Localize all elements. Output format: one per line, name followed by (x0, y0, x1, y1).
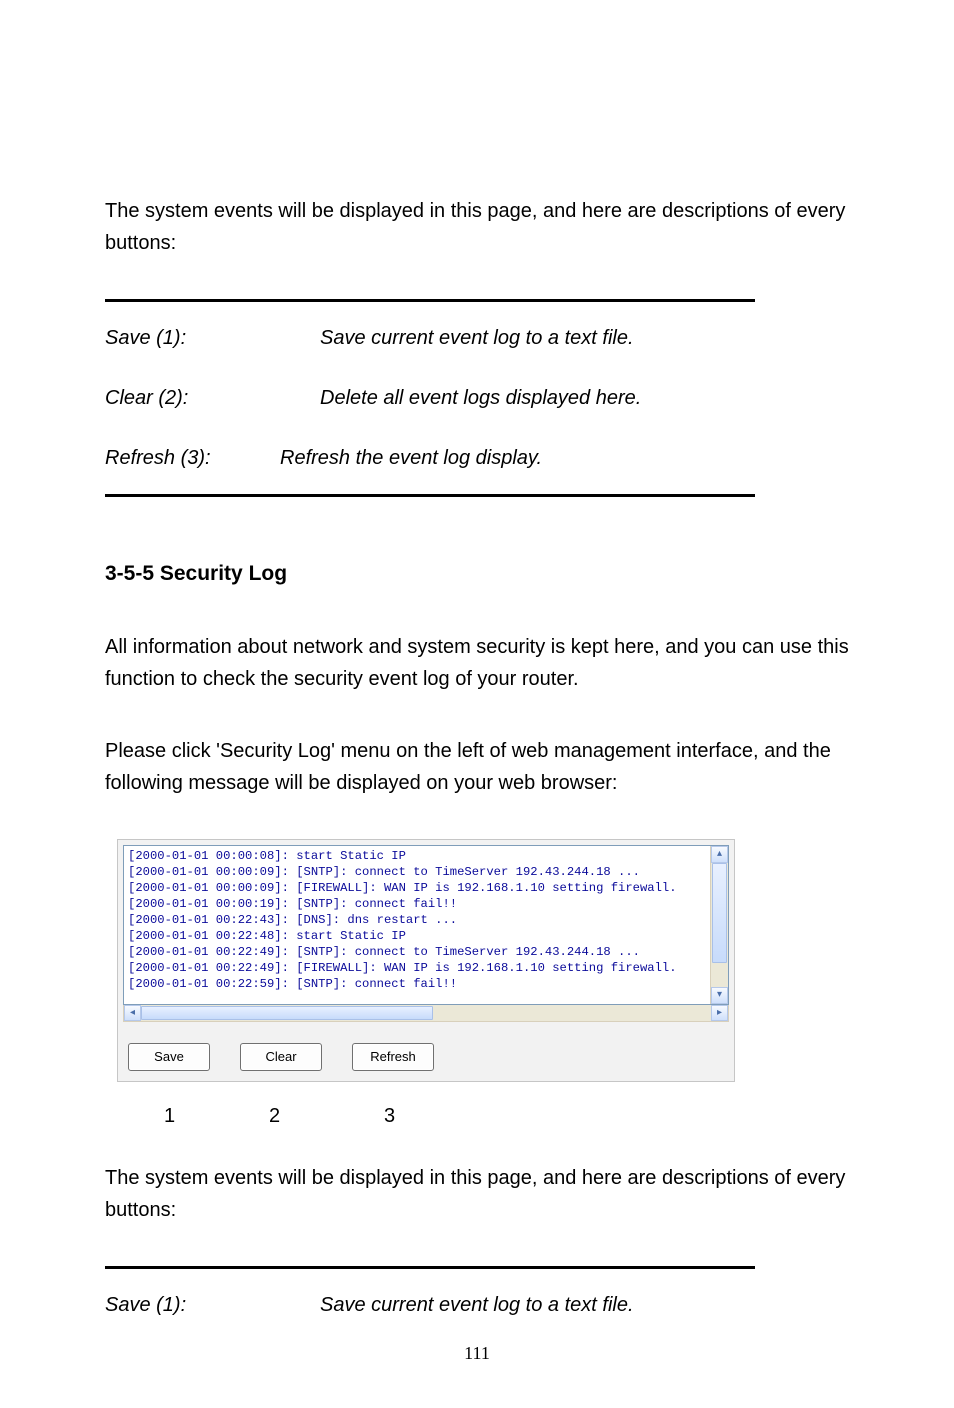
scroll-up-icon[interactable]: ▴ (711, 846, 728, 863)
table-row: Save (1): Save current event log to a te… (105, 308, 755, 368)
button-definitions-table-1: Save (1): Save current event log to a te… (105, 299, 755, 497)
def-label: Save (1): (105, 322, 280, 354)
scroll-track[interactable] (711, 863, 728, 987)
page-number: 111 (105, 1339, 849, 1368)
save-button[interactable]: Save (128, 1043, 210, 1072)
def-label: Save (1): (105, 1289, 280, 1321)
scroll-right-icon[interactable]: ▸ (711, 1005, 728, 1021)
paragraph-b: Please click 'Security Log' menu on the … (105, 735, 849, 799)
def-desc: Delete all event logs displayed here. (280, 382, 755, 414)
def-desc: Save current event log to a text file. (280, 1289, 755, 1321)
button-number-labels: 1 2 3 (117, 1100, 849, 1132)
log-textarea[interactable]: [2000-01-01 00:00:08]: start Static IP [… (123, 845, 729, 1005)
number-label-2: 2 (217, 1100, 332, 1132)
table-row: Refresh (3): Refresh the event log displ… (105, 428, 755, 488)
def-desc: Save current event log to a text file. (280, 322, 755, 354)
scroll-down-icon[interactable]: ▾ (711, 987, 728, 1004)
table-row: Save (1): Save current event log to a te… (105, 1275, 755, 1321)
intro-paragraph-2: The system events will be displayed in t… (105, 1162, 849, 1226)
security-log-screenshot: [2000-01-01 00:00:08]: start Static IP [… (117, 839, 735, 1083)
button-row: Save Clear Refresh (118, 1027, 734, 1082)
def-desc: Refresh the event log display. (280, 442, 755, 474)
scroll-track[interactable] (141, 1005, 711, 1021)
scroll-thumb[interactable] (141, 1006, 433, 1020)
table-row: Clear (2): Delete all event logs display… (105, 368, 755, 428)
def-label: Refresh (3): (105, 442, 280, 474)
log-content: [2000-01-01 00:00:08]: start Static IP [… (124, 846, 710, 1004)
scroll-left-icon[interactable]: ◂ (124, 1005, 141, 1021)
vertical-scrollbar[interactable]: ▴ ▾ (710, 846, 728, 1004)
def-label: Clear (2): (105, 382, 280, 414)
number-label-1: 1 (122, 1100, 217, 1132)
button-definitions-table-2: Save (1): Save current event log to a te… (105, 1266, 755, 1321)
refresh-button[interactable]: Refresh (352, 1043, 434, 1072)
section-heading: 3-5-5 Security Log (105, 557, 849, 591)
number-label-3: 3 (332, 1100, 447, 1132)
page: The system events will be displayed in t… (0, 0, 954, 1408)
intro-paragraph-1: The system events will be displayed in t… (105, 195, 849, 259)
horizontal-scrollbar[interactable]: ◂ ▸ (123, 1005, 729, 1022)
scroll-thumb[interactable] (712, 863, 727, 963)
clear-button[interactable]: Clear (240, 1043, 322, 1072)
paragraph-a: All information about network and system… (105, 631, 849, 695)
